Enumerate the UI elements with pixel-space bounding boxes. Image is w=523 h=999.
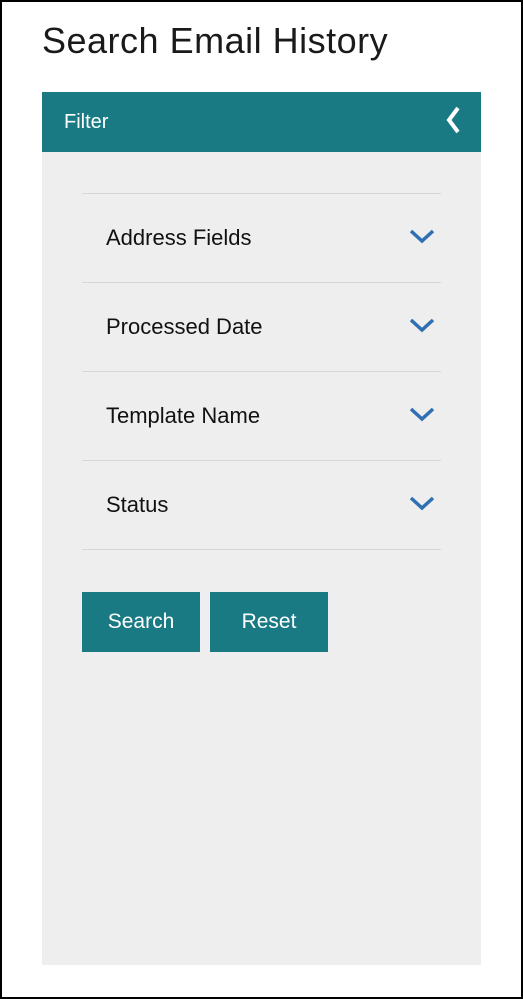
filter-panel: Filter Address Fields Processed Date Tem… xyxy=(42,92,481,965)
filter-row-label: Template Name xyxy=(106,403,260,429)
filter-row-label: Processed Date xyxy=(106,314,263,340)
filter-body: Address Fields Processed Date Template N… xyxy=(42,152,481,652)
filter-row-label: Status xyxy=(106,492,168,518)
page-title: Search Email History xyxy=(42,20,481,62)
chevron-down-icon xyxy=(409,228,435,249)
button-row: Search Reset xyxy=(82,592,441,652)
chevron-down-icon xyxy=(409,406,435,427)
search-button[interactable]: Search xyxy=(82,592,200,652)
chevron-down-icon xyxy=(409,317,435,338)
chevron-left-icon xyxy=(445,106,463,139)
filter-row-processed-date[interactable]: Processed Date xyxy=(82,282,441,372)
filter-row-label: Address Fields xyxy=(106,225,252,251)
filter-row-template-name[interactable]: Template Name xyxy=(82,371,441,461)
reset-button[interactable]: Reset xyxy=(210,592,328,652)
chevron-down-icon xyxy=(409,495,435,516)
filter-row-address-fields[interactable]: Address Fields xyxy=(82,193,441,283)
filter-header-label: Filter xyxy=(64,111,108,134)
filter-header[interactable]: Filter xyxy=(42,92,481,152)
filter-row-status[interactable]: Status xyxy=(82,460,441,550)
